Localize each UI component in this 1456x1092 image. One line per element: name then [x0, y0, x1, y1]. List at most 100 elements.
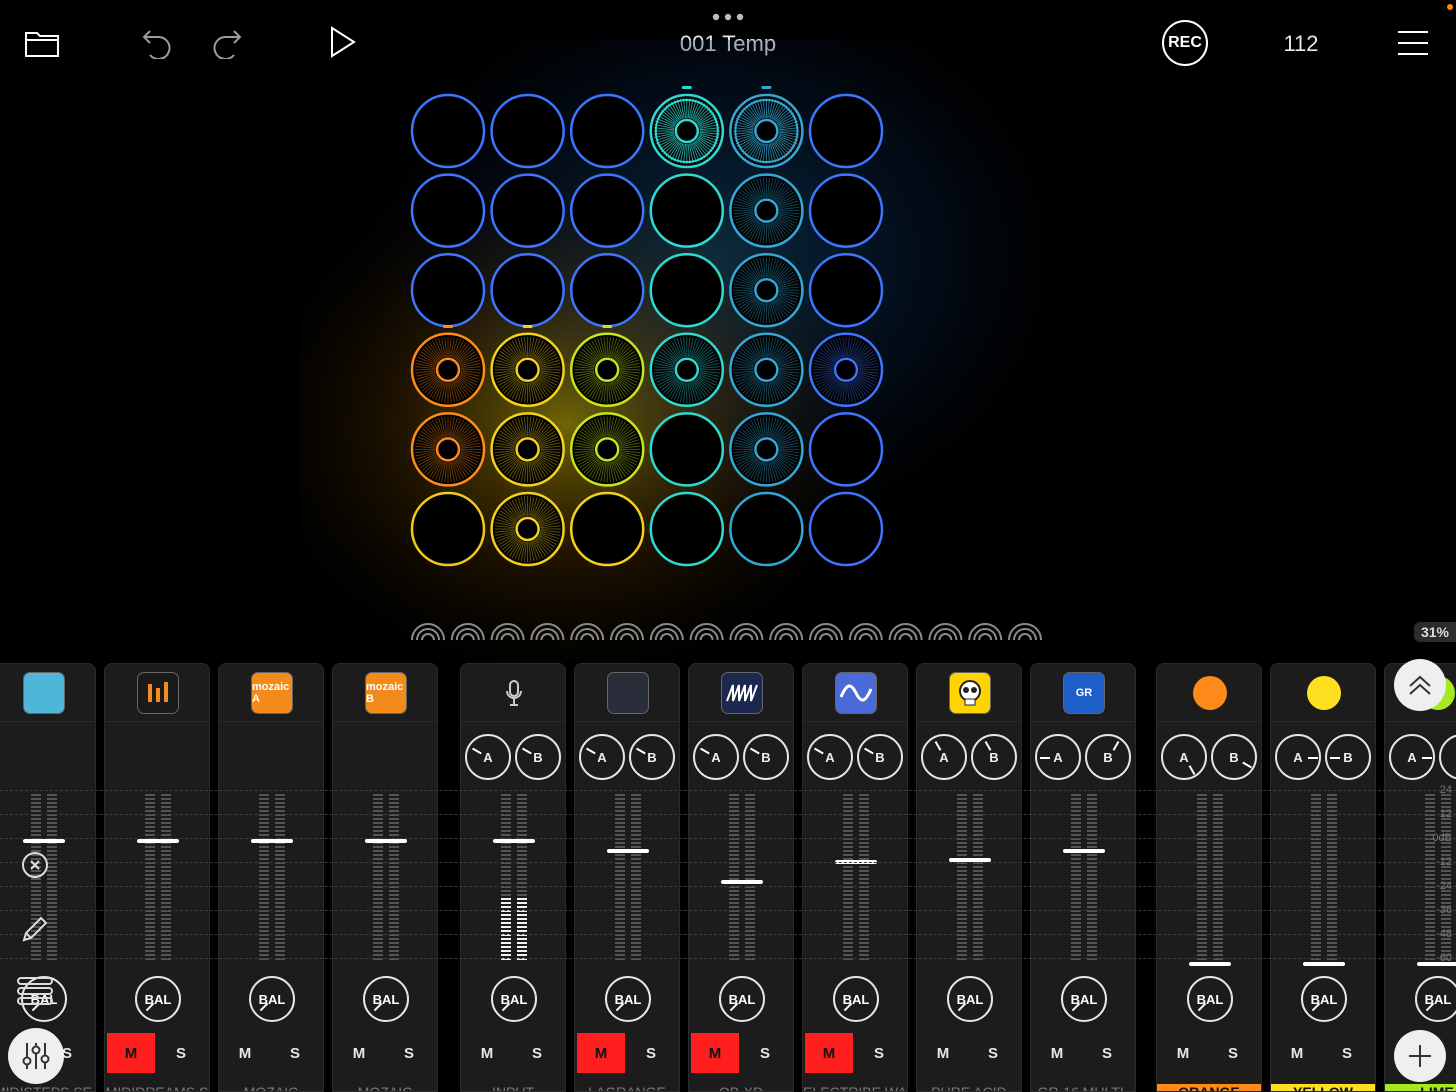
pure-acid-skull-icon[interactable] [949, 672, 991, 714]
mute-button[interactable]: M [691, 1033, 739, 1073]
send-knob-a[interactable]: A [1161, 734, 1207, 780]
mute-button[interactable]: M [919, 1033, 967, 1073]
orange-dot-icon[interactable] [1193, 676, 1227, 710]
electribe-wave-app-icon[interactable] [835, 672, 877, 714]
send-knob-a[interactable]: A [579, 734, 625, 780]
pad[interactable] [808, 332, 884, 408]
solo-button[interactable]: S [271, 1033, 319, 1073]
balance-knob[interactable]: BAL [249, 976, 295, 1022]
mute-button[interactable]: M [335, 1033, 383, 1073]
zoom-badge[interactable]: 31% [1414, 622, 1456, 642]
solo-button[interactable]: S [513, 1033, 561, 1073]
mute-button[interactable]: M [1159, 1033, 1207, 1073]
pad[interactable] [649, 173, 725, 248]
add-channel-icon[interactable] [1394, 1030, 1446, 1082]
gr16-app-icon[interactable]: GR [1063, 672, 1105, 714]
midisteps-app-icon[interactable] [23, 672, 65, 714]
pad[interactable] [410, 332, 486, 408]
solo-button[interactable]: S [1209, 1033, 1257, 1073]
mixer-sliders-icon[interactable] [8, 1028, 64, 1084]
solo-button[interactable]: S [627, 1033, 675, 1073]
send-knob-a[interactable]: A [693, 734, 739, 780]
mididreams-app-icon[interactable] [137, 672, 179, 714]
send-knob-b[interactable]: B [1211, 734, 1257, 780]
pad[interactable] [808, 412, 884, 487]
pad[interactable] [569, 412, 645, 487]
pad[interactable] [649, 93, 725, 169]
send-knob-a[interactable]: A [1275, 734, 1321, 780]
mute-button[interactable]: M [1033, 1033, 1081, 1073]
volume-fader[interactable] [365, 839, 407, 844]
pad[interactable] [808, 173, 884, 248]
pad[interactable] [490, 93, 565, 169]
pad[interactable] [808, 252, 884, 328]
send-knob-b[interactable]: B [1439, 734, 1456, 780]
pad[interactable] [490, 252, 565, 328]
mute-button[interactable]: M [1273, 1033, 1321, 1073]
mute-button[interactable]: M [577, 1033, 625, 1073]
send-knob-a[interactable]: A [1035, 734, 1081, 780]
send-knob-b[interactable]: B [743, 734, 789, 780]
pad[interactable] [410, 93, 486, 169]
solo-button[interactable]: S [741, 1033, 789, 1073]
send-knob-a[interactable]: A [807, 734, 853, 780]
volume-fader[interactable] [721, 879, 763, 884]
send-knob-a[interactable]: A [1389, 734, 1435, 780]
solo-button[interactable]: S [157, 1033, 205, 1073]
mute-button[interactable]: M [463, 1033, 511, 1073]
list-icon[interactable] [16, 976, 54, 1015]
mute-button[interactable]: M [107, 1033, 155, 1073]
balance-knob[interactable]: BAL [833, 976, 879, 1022]
pad[interactable] [490, 332, 565, 408]
pad[interactable] [729, 93, 804, 169]
balance-knob[interactable]: BAL [491, 976, 537, 1022]
send-knob-b[interactable]: B [857, 734, 903, 780]
balance-knob[interactable]: BAL [1187, 976, 1233, 1022]
pad[interactable] [729, 491, 804, 567]
send-knob-a[interactable]: A [921, 734, 967, 780]
pad[interactable] [569, 252, 645, 328]
volume-fader[interactable] [1303, 962, 1345, 966]
send-knob-b[interactable]: B [629, 734, 675, 780]
mozaic-a-app-icon[interactable]: mozaic A [251, 672, 293, 714]
mozaic-b-app-icon[interactable]: mozaic B [365, 672, 407, 714]
pencil-icon[interactable] [20, 914, 50, 949]
pad[interactable] [490, 491, 565, 567]
obxd-app-icon[interactable] [721, 672, 763, 714]
balance-knob[interactable]: BAL [1301, 976, 1347, 1022]
pad[interactable] [649, 412, 725, 487]
volume-fader[interactable] [137, 839, 179, 844]
balance-knob[interactable]: BAL [719, 976, 765, 1022]
volume-fader[interactable] [1063, 849, 1105, 854]
mute-button[interactable]: M [805, 1033, 853, 1073]
pad[interactable] [649, 252, 725, 328]
expand-up-icon[interactable] [1394, 659, 1446, 711]
solo-button[interactable]: S [969, 1033, 1017, 1073]
pad[interactable] [410, 412, 486, 487]
pad[interactable] [808, 491, 884, 567]
pad[interactable] [490, 173, 565, 248]
solo-button[interactable]: S [1083, 1033, 1131, 1073]
send-knob-b[interactable]: B [1325, 734, 1371, 780]
volume-fader[interactable] [607, 849, 649, 854]
send-knob-b[interactable]: B [971, 734, 1017, 780]
pad[interactable] [410, 252, 486, 328]
pad[interactable] [410, 173, 486, 248]
solo-button[interactable]: S [385, 1033, 433, 1073]
pad[interactable] [569, 332, 645, 408]
pad[interactable] [729, 332, 804, 408]
microphone-icon[interactable] [493, 672, 535, 714]
pad[interactable] [569, 93, 645, 169]
pad[interactable] [649, 332, 725, 408]
send-knob-b[interactable]: B [515, 734, 561, 780]
send-knob-a[interactable]: A [465, 734, 511, 780]
pad[interactable] [569, 173, 645, 248]
pad[interactable] [729, 173, 804, 248]
volume-fader[interactable] [493, 839, 535, 844]
pad[interactable] [729, 412, 804, 487]
mute-button[interactable]: M [221, 1033, 269, 1073]
balance-knob[interactable]: BAL [605, 976, 651, 1022]
send-knob-b[interactable]: B [1085, 734, 1131, 780]
pad[interactable] [410, 491, 486, 567]
pad[interactable] [729, 252, 804, 328]
